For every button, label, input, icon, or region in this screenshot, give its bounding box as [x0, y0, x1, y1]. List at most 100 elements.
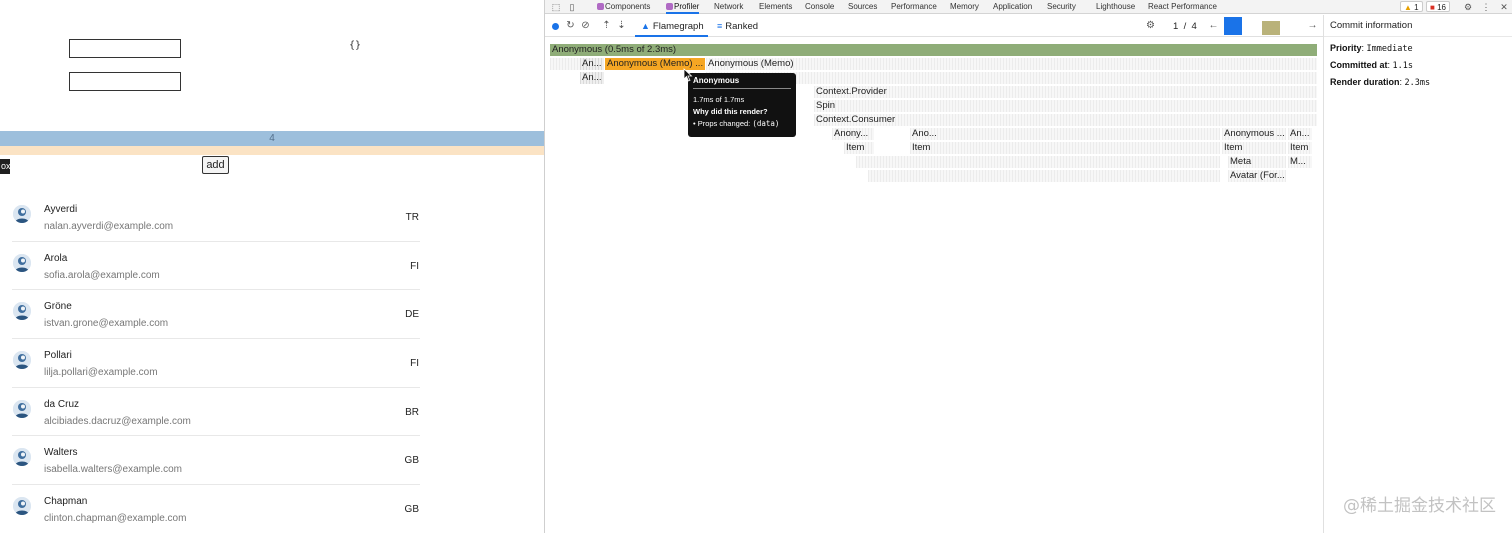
commit-bar[interactable]: [1262, 21, 1280, 35]
flame-node-context-provider[interactable]: Context.Provider: [814, 86, 1317, 98]
tab-security[interactable]: Security: [1047, 2, 1076, 11]
flame-node[interactable]: M...: [1288, 156, 1312, 168]
commit-total: 4: [1191, 21, 1197, 32]
inspect-element-icon[interactable]: ⬚: [551, 2, 561, 12]
tooltip-timing: 1.7ms of 1.7ms: [693, 95, 745, 104]
text-input-bottom[interactable]: [69, 72, 181, 91]
tab-memory[interactable]: Memory: [950, 2, 979, 11]
list-item[interactable]: Gröne istvan.grone@example.com DE: [12, 290, 420, 340]
flame-node[interactable]: An...: [580, 58, 604, 70]
commit-information-panel: Commit information Priority: Immediate C…: [1323, 15, 1512, 533]
save-profile-icon[interactable]: ⇣: [616, 20, 627, 31]
flame-node-item[interactable]: Item: [1222, 142, 1286, 154]
tab-lighthouse[interactable]: Lighthouse: [1096, 2, 1135, 11]
flame-icon: ▲: [641, 21, 650, 31]
flame-node-item[interactable]: Item: [844, 142, 874, 154]
previous-commit-icon[interactable]: ←: [1208, 20, 1219, 31]
flame-node-spin[interactable]: Spin: [814, 100, 1317, 112]
watermark: @稀土掘金技术社区: [1343, 496, 1496, 516]
tooltip-title: Anonymous: [693, 76, 791, 89]
flame-node[interactable]: Anony...: [832, 128, 874, 140]
render-duration-row: Render duration: 2.3ms: [1330, 77, 1431, 88]
avatar-image-icon: [13, 253, 31, 272]
tab-sources[interactable]: Sources: [848, 2, 877, 11]
avatar-image-icon: [13, 399, 31, 418]
user-list: Ayverdi nalan.ayverdi@example.com TR Arola s…: [12, 193, 420, 533]
user-name: Chapman: [44, 496, 88, 508]
tab-components[interactable]: Components: [597, 2, 650, 11]
device-toolbar-icon[interactable]: ▯: [567, 2, 577, 12]
flame-node[interactable]: Anonymous ...: [1222, 128, 1286, 140]
count-value: 4: [269, 133, 275, 144]
tooltip-props-label: • Props changed:: [693, 119, 751, 128]
close-devtools-icon[interactable]: ✕: [1499, 2, 1509, 12]
tab-flamegraph[interactable]: ▲ Flamegraph: [635, 21, 708, 37]
tab-ranked[interactable]: ≡ Ranked: [717, 21, 758, 32]
flamegraph-tooltip: Anonymous 1.7ms of 1.7ms Why did this re…: [688, 73, 796, 137]
user-email: istvan.grone@example.com: [44, 318, 169, 330]
react-icon: [597, 3, 604, 10]
warnings-count: 1: [1414, 3, 1419, 12]
list-item[interactable]: Chapman clinton.chapman@example.com GB: [12, 485, 420, 533]
commit-current: 1: [1173, 21, 1179, 32]
flame-node-empty: [940, 128, 1220, 140]
flame-node[interactable]: Ano...: [910, 128, 940, 140]
warnings-badge[interactable]: ▲ 1: [1400, 1, 1423, 12]
errors-count: 16: [1437, 3, 1446, 12]
settings-gear-icon[interactable]: ⚙: [1463, 2, 1473, 12]
more-options-icon[interactable]: ⋮: [1481, 2, 1491, 12]
user-name: da Cruz: [44, 398, 80, 410]
commit-info-title: Commit information: [1324, 15, 1512, 37]
reload-and-profile-icon[interactable]: ↻: [565, 20, 576, 31]
avatar: [13, 448, 31, 467]
tab-components-label: Components: [605, 2, 651, 11]
flame-node[interactable]: An...: [580, 72, 604, 84]
clear-profile-icon[interactable]: ⊘: [580, 20, 591, 31]
flame-node[interactable]: An...: [1288, 128, 1312, 140]
flame-node-item[interactable]: Item: [1288, 142, 1312, 154]
committed-at-value: 1.1s: [1392, 61, 1414, 71]
tab-application[interactable]: Application: [993, 2, 1032, 11]
list-item[interactable]: Arola sofia.arola@example.com FI: [12, 242, 420, 291]
tab-network[interactable]: Network: [714, 2, 743, 11]
user-email: clinton.chapman@example.com: [44, 513, 187, 525]
render-duration-label: Render duration: [1330, 77, 1400, 87]
tab-performance[interactable]: Performance: [891, 2, 937, 11]
record-icon[interactable]: [552, 23, 559, 30]
flame-node-empty: [550, 58, 580, 70]
user-name: Gröne: [44, 301, 72, 313]
profiler-settings-gear-icon[interactable]: ⚙: [1145, 20, 1156, 31]
user-email: nalan.ayverdi@example.com: [44, 221, 174, 232]
tooltip-why-label: Why did this render?: [693, 107, 768, 116]
tab-profiler[interactable]: Profiler: [666, 2, 700, 14]
element-tag: ox: [0, 159, 11, 174]
priority-value: Immediate: [1366, 44, 1413, 54]
list-item[interactable]: da Cruz alcibiades.dacruz@example.com BR: [12, 388, 420, 437]
avatar: [13, 399, 31, 418]
flame-node-avatar[interactable]: Avatar (For...: [1228, 170, 1286, 182]
warning-icon: ▲: [1404, 3, 1412, 12]
text-input-top[interactable]: [69, 39, 181, 58]
tab-react-performance[interactable]: React Performance: [1148, 2, 1217, 11]
tooltip-why-heading: Why did this render?: [693, 106, 791, 118]
highlight-bar: [0, 146, 544, 155]
flame-node-root[interactable]: Anonymous (0.5ms of 2.3ms): [550, 44, 1317, 56]
commit-bar-selected[interactable]: [1224, 17, 1242, 35]
tab-elements[interactable]: Elements: [759, 2, 792, 11]
flame-node-item[interactable]: Item: [910, 142, 940, 154]
add-button[interactable]: add: [202, 156, 229, 174]
list-item[interactable]: Ayverdi nalan.ayverdi@example.com TR: [12, 193, 420, 242]
flame-node-context-consumer[interactable]: Context.Consumer: [814, 114, 1317, 126]
tooltip-props-value: (data): [752, 119, 780, 128]
flame-node[interactable]: Anonymous (Memo): [706, 58, 1317, 70]
flame-node-meta[interactable]: Meta: [1228, 156, 1286, 168]
next-commit-icon[interactable]: →: [1307, 20, 1318, 31]
errors-badge[interactable]: ■ 16: [1426, 1, 1450, 12]
tab-console[interactable]: Console: [805, 2, 834, 11]
list-item[interactable]: Walters isabella.walters@example.com GB: [12, 436, 420, 486]
load-profile-icon[interactable]: ⇡: [601, 20, 612, 31]
commit-navigator: 1 / 4: [1173, 21, 1197, 32]
list-item[interactable]: Pollari lilja.pollari@example.com FI: [12, 339, 420, 388]
flamegraph-chart: Anonymous (0.5ms of 2.3ms) An... Anonymo…: [550, 43, 1318, 193]
user-email: isabella.walters@example.com: [44, 464, 182, 476]
